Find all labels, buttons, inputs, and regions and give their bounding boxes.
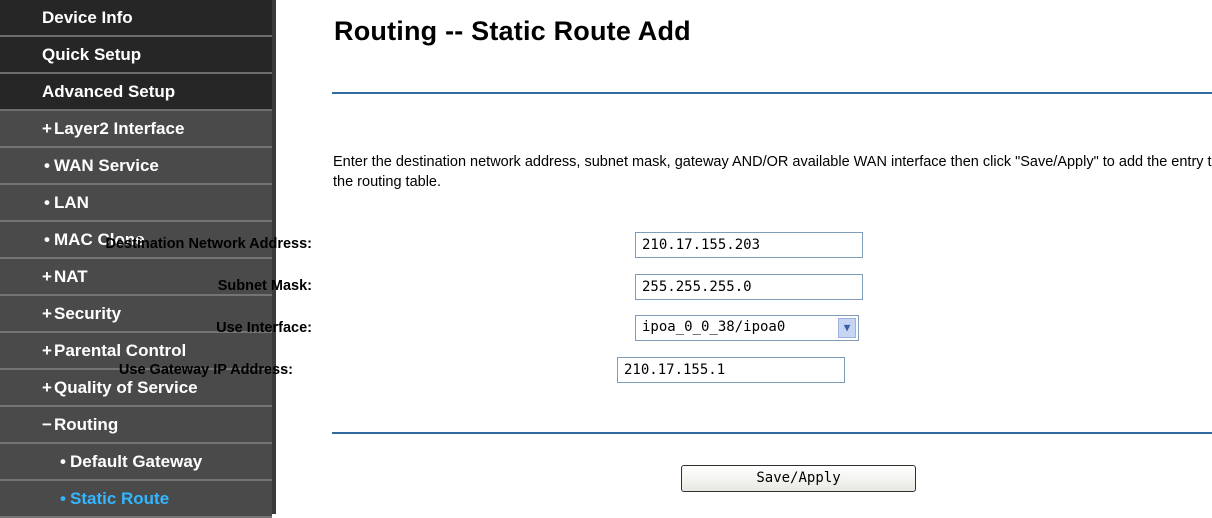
bullet-icon: •	[44, 193, 50, 212]
sidebar-item-wan-service[interactable]: • WAN Service	[0, 148, 272, 185]
gateway-label: Use Gateway IP Address:	[118, 362, 293, 378]
chevron-down-icon[interactable]: ▼	[838, 318, 856, 338]
sidebar-item-label: Static Route	[70, 489, 170, 508]
sidebar-item-label: NAT	[54, 267, 88, 286]
sidebar-item-routing[interactable]: − Routing	[0, 407, 272, 444]
subnet-mask-input[interactable]	[635, 274, 863, 300]
subnet-mask-label: Subnet Mask:	[217, 278, 312, 294]
page-title: Routing -- Static Route Add	[334, 16, 691, 46]
sidebar-item-device-info[interactable]: Device Info	[0, 0, 272, 37]
sidebar-item-label: Layer2 Interface	[54, 119, 185, 138]
bullet-icon: •	[44, 230, 50, 249]
gateway-input[interactable]	[617, 357, 845, 383]
sidebar-item-advanced-setup[interactable]: Advanced Setup	[0, 74, 272, 111]
bullet-icon: •	[60, 489, 66, 508]
bullet-icon: •	[44, 156, 50, 175]
bullet-icon: •	[60, 452, 66, 471]
sidebar-item-label: Quality of Service	[54, 378, 198, 397]
save-apply-button[interactable]: Save/Apply	[681, 465, 916, 492]
main-content: Routing -- Static Route Add Enter the de…	[105, 0, 1212, 514]
interface-select-value: ipoa_0_0_38/ipoa0	[642, 319, 786, 335]
plus-icon: +	[42, 267, 52, 286]
sidebar-item-label: Device Info	[42, 8, 133, 27]
sidebar-item-label: Routing	[54, 415, 119, 434]
plus-icon: +	[42, 378, 52, 397]
sidebar-item-label: Default Gateway	[70, 452, 203, 471]
sidebar-item-quick-setup[interactable]: Quick Setup	[0, 37, 272, 74]
use-interface-label: Use Interface:	[216, 320, 312, 336]
bottom-divider	[332, 432, 1212, 434]
sidebar-item-label: LAN	[54, 193, 89, 212]
sidebar-nav: Device Info Quick Setup Advanced Setup +…	[0, 0, 272, 518]
sidebar-item-label: Security	[54, 304, 122, 323]
sidebar-item-lan[interactable]: • LAN	[0, 185, 272, 222]
destination-label: Destination Network Address:	[105, 236, 312, 252]
sidebar-item-label: WAN Service	[54, 156, 159, 175]
sidebar-item-layer2-interface[interactable]: + Layer2 Interface	[0, 111, 272, 148]
sidebar-item-label: Advanced Setup	[42, 82, 176, 101]
plus-icon: +	[42, 119, 52, 138]
sidebar-item-default-gateway[interactable]: • Default Gateway	[0, 444, 272, 481]
destination-input[interactable]	[635, 232, 863, 258]
sidebar-item-static-route[interactable]: • Static Route	[0, 481, 272, 518]
interface-select[interactable]: ipoa_0_0_38/ipoa0 ▼	[635, 315, 859, 341]
page-description: Enter the destination network address, s…	[333, 154, 1212, 190]
minus-icon: −	[42, 415, 52, 434]
sidebar-item-label: Quick Setup	[42, 45, 142, 64]
sidebar-item-label: Parental Control	[54, 341, 187, 360]
top-divider	[332, 92, 1212, 94]
plus-icon: +	[42, 341, 52, 360]
plus-icon: +	[42, 304, 52, 323]
